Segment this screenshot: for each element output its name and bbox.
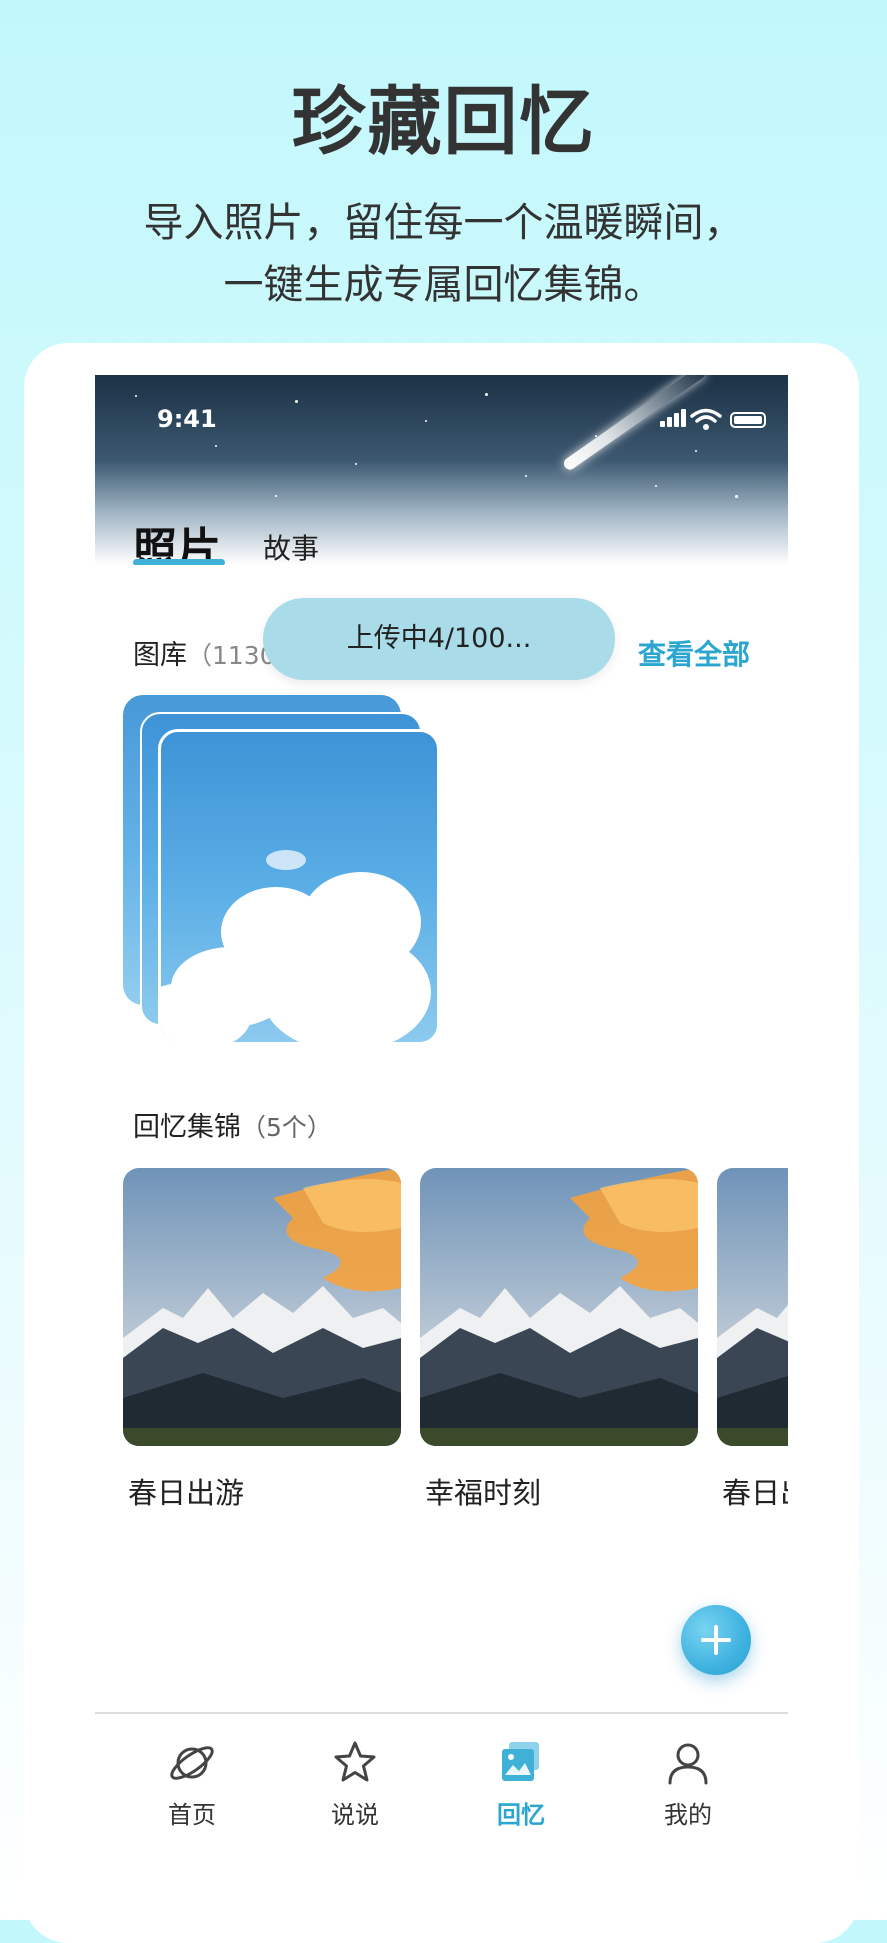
gallery-label: 图库 <box>133 640 187 671</box>
star-dot <box>135 395 137 397</box>
promo-subtitle: 导入照片，留住每一个温暖瞬间， 一键生成专属回忆集锦。 <box>0 192 887 316</box>
memories-label: 回忆集锦 <box>133 1112 241 1143</box>
star-icon <box>334 1741 376 1782</box>
star-dot <box>735 495 738 498</box>
promo-subtitle-line2: 一键生成专属回忆集锦。 <box>223 262 664 308</box>
nav-item-posts[interactable]: 说说 <box>295 1737 415 1830</box>
tab-stories[interactable]: 故事 <box>263 527 319 565</box>
mountain-landscape-image <box>717 1168 788 1446</box>
status-time: 9:41 <box>157 405 217 433</box>
gallery-icon <box>502 1742 539 1781</box>
mountain-landscape-image <box>123 1168 401 1446</box>
nav-label-profile: 我的 <box>664 1801 712 1829</box>
star-dot <box>425 420 427 422</box>
star-dot <box>695 450 697 452</box>
memory-title: 春日出 <box>722 1476 788 1510</box>
tab-active-underline <box>133 559 225 565</box>
memory-cover-image <box>717 1168 788 1446</box>
add-memory-button[interactable] <box>681 1605 751 1675</box>
memory-card[interactable]: 春日出游 <box>123 1168 401 1512</box>
person-icon <box>668 1743 708 1785</box>
memories-count: （5个） <box>241 1113 332 1142</box>
view-all-link[interactable]: 查看全部 <box>638 633 750 673</box>
nav-label-memories: 回忆 <box>497 1801 545 1829</box>
nav-label-posts: 说说 <box>331 1801 379 1829</box>
planet-icon <box>170 1746 214 1780</box>
gallery-count: （1130 <box>187 641 276 670</box>
cloud-shape <box>261 932 431 1042</box>
app-screen: 9:41 照片 故事 图库（1130 查看全部 上传中4/100... 回忆集锦… <box>95 375 788 1920</box>
star-dot <box>485 393 488 396</box>
nav-item-profile[interactable]: 我的 <box>628 1737 748 1830</box>
battery-icon <box>730 412 766 428</box>
memories-heading: 回忆集锦（5个） <box>133 1105 332 1144</box>
gallery-heading: 图库（1130 <box>133 633 276 672</box>
mountain-landscape-image <box>420 1168 698 1446</box>
wifi-icon <box>690 408 722 430</box>
gallery-stack-front-photo[interactable] <box>158 729 440 1045</box>
tab-photos[interactable]: 照片 <box>133 513 221 565</box>
night-sky-header: 9:41 照片 故事 <box>95 375 788 565</box>
nav-item-memories[interactable]: 回忆 <box>461 1737 581 1830</box>
memory-cover-image <box>123 1168 401 1446</box>
star-dot <box>295 400 298 403</box>
upload-toast: 上传中4/100... <box>263 598 615 680</box>
star-dot <box>525 475 527 477</box>
star-dot <box>215 445 217 447</box>
star-dot <box>655 485 657 487</box>
star-dot <box>275 495 277 497</box>
cloud-shape <box>266 850 306 870</box>
memory-title: 春日出游 <box>128 1476 245 1510</box>
tabbar-divider <box>95 1712 788 1714</box>
memory-cover-image <box>420 1168 698 1446</box>
star-dot <box>355 463 357 465</box>
memory-card[interactable]: 幸福时刻 <box>420 1168 698 1512</box>
promo-title: 珍藏回忆 <box>291 79 596 165</box>
memory-card[interactable]: 春日出 <box>717 1168 788 1512</box>
status-icons <box>630 405 766 433</box>
memory-title: 幸福时刻 <box>425 1476 542 1510</box>
promo-subtitle-line1: 导入照片，留住每一个温暖瞬间， <box>143 200 744 246</box>
nav-item-home[interactable]: 首页 <box>132 1737 252 1830</box>
nav-label-home: 首页 <box>168 1801 216 1829</box>
